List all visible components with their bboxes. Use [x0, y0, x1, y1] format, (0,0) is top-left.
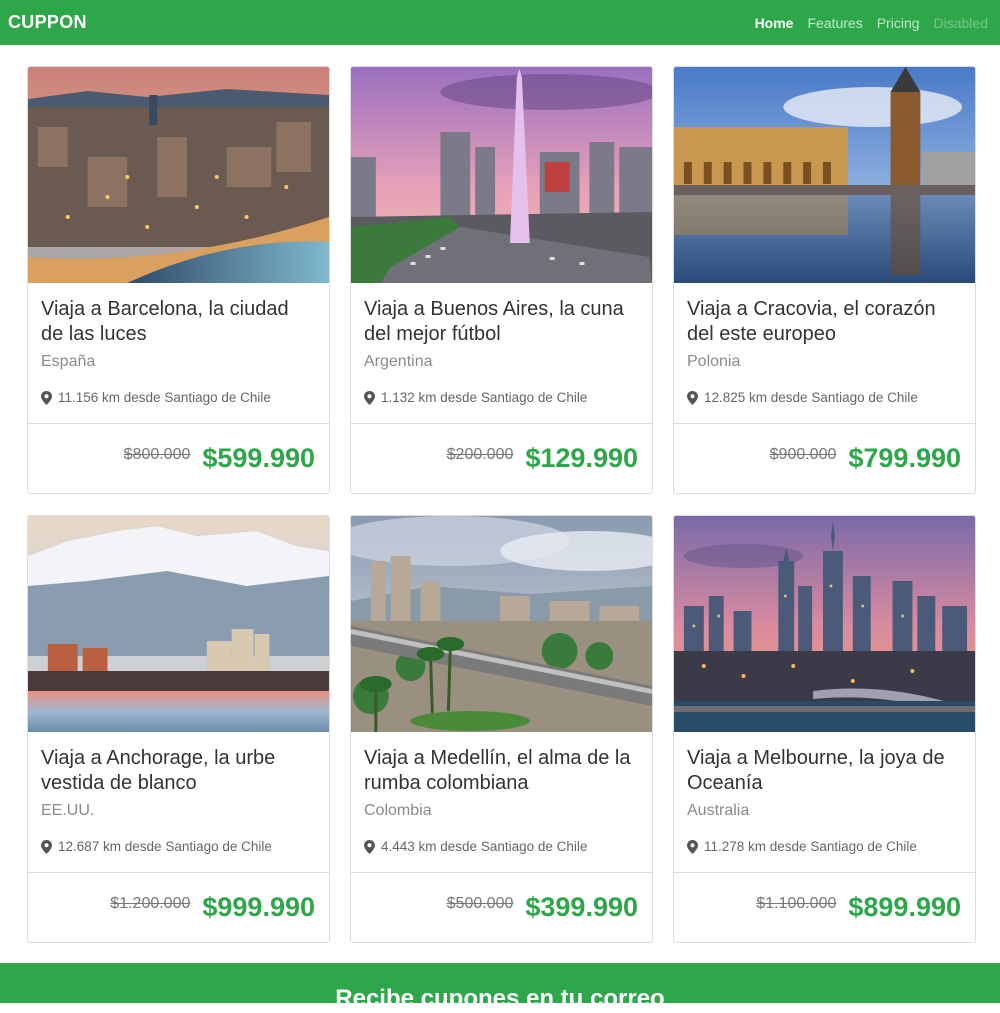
- card-footer: $900.000 $799.990: [674, 424, 975, 493]
- new-price: $129.990: [525, 443, 638, 473]
- distance-text: 1.132 km desde Santiago de Chile: [381, 390, 588, 405]
- old-price: $1.100.000: [756, 894, 837, 912]
- map-pin-icon: [41, 839, 52, 854]
- distance-text: 12.825 km desde Santiago de Chile: [704, 390, 918, 405]
- old-price: $800.000: [123, 445, 191, 463]
- card-distance: 11.156 km desde Santiago de Chile: [41, 390, 316, 405]
- offer-card-melbourne[interactable]: Viaja a Melbourne, la joya de Oceanía Au…: [673, 515, 976, 943]
- card-title[interactable]: Viaja a Medellín, el alma de la rumba co…: [364, 746, 639, 796]
- card-country: España: [41, 353, 96, 370]
- new-price: $999.990: [202, 892, 315, 922]
- map-pin-icon: [687, 839, 698, 854]
- card-title[interactable]: Viaja a Cracovia, el corazón del este eu…: [687, 297, 962, 347]
- card-footer: $800.000 $599.990: [28, 424, 329, 493]
- card-country: Argentina: [364, 353, 433, 370]
- offers-grid: Viaja a Barcelona, la ciudad de las luce…: [27, 66, 976, 943]
- new-price: $399.990: [525, 892, 638, 922]
- offer-card-medellin[interactable]: Viaja a Medellín, el alma de la rumba co…: [350, 515, 653, 943]
- map-pin-icon: [364, 839, 375, 854]
- card-body: Viaja a Barcelona, la ciudad de las luce…: [28, 283, 329, 424]
- card-body: Viaja a Melbourne, la joya de Oceanía Au…: [674, 732, 975, 873]
- distance-text: 11.278 km desde Santiago de Chile: [704, 839, 917, 854]
- card-footer: $200.000 $129.990: [351, 424, 652, 493]
- buenos-aires-photo: [351, 67, 652, 283]
- offer-card-anchorage[interactable]: Viaja a Anchorage, la urbe vestida de bl…: [27, 515, 330, 943]
- old-price: $500.000: [446, 894, 514, 912]
- new-price: $599.990: [202, 443, 315, 473]
- card-body: Viaja a Buenos Aires, la cuna del mejor …: [351, 283, 652, 424]
- card-distance: 1.132 km desde Santiago de Chile: [364, 390, 639, 405]
- card-title[interactable]: Viaja a Melbourne, la joya de Oceanía: [687, 746, 962, 796]
- nav-link-features[interactable]: Features: [807, 15, 862, 31]
- medellin-photo: [351, 516, 652, 732]
- card-distance: 11.278 km desde Santiago de Chile: [687, 839, 962, 854]
- offer-card-cracovia[interactable]: Viaja a Cracovia, el corazón del este eu…: [673, 66, 976, 494]
- distance-text: 11.156 km desde Santiago de Chile: [58, 390, 271, 405]
- top-navbar: CUPPON Home Features Pricing Disabled: [0, 0, 1000, 45]
- newsletter-heading: Recibe cupones en tu correo: [335, 985, 665, 1012]
- card-body: Viaja a Anchorage, la urbe vestida de bl…: [28, 732, 329, 873]
- card-country: Polonia: [687, 353, 741, 370]
- new-price: $899.990: [848, 892, 961, 922]
- distance-text: 4.443 km desde Santiago de Chile: [381, 839, 588, 854]
- card-title[interactable]: Viaja a Buenos Aires, la cuna del mejor …: [364, 297, 639, 347]
- card-footer: $1.200.000 $999.990: [28, 873, 329, 942]
- card-country: Australia: [687, 802, 750, 819]
- barcelona-photo: [28, 67, 329, 283]
- old-price: $200.000: [446, 445, 514, 463]
- old-price: $1.200.000: [110, 894, 191, 912]
- offer-card-barcelona[interactable]: Viaja a Barcelona, la ciudad de las luce…: [27, 66, 330, 494]
- cracovia-photo: [674, 67, 975, 283]
- nav-links: Home Features Pricing Disabled: [755, 15, 988, 31]
- brand-logo[interactable]: CUPPON: [8, 12, 87, 33]
- map-pin-icon: [364, 390, 375, 405]
- old-price: $900.000: [769, 445, 837, 463]
- card-footer: $500.000 $399.990: [351, 873, 652, 942]
- card-title[interactable]: Viaja a Anchorage, la urbe vestida de bl…: [41, 746, 316, 796]
- offer-card-buenos-aires[interactable]: Viaja a Buenos Aires, la cuna del mejor …: [350, 66, 653, 494]
- nav-link-disabled: Disabled: [933, 14, 988, 31]
- melbourne-photo: [674, 516, 975, 732]
- map-pin-icon: [41, 390, 52, 405]
- card-distance: 12.825 km desde Santiago de Chile: [687, 390, 962, 405]
- new-price: $799.990: [848, 443, 961, 473]
- card-country: Colombia: [364, 802, 432, 819]
- card-country: EE.UU.: [41, 802, 95, 819]
- nav-link-pricing[interactable]: Pricing: [877, 15, 920, 31]
- newsletter-banner: Recibe cupones en tu correo: [0, 963, 1000, 1012]
- distance-text: 12.687 km desde Santiago de Chile: [58, 839, 272, 854]
- card-distance: 4.443 km desde Santiago de Chile: [364, 839, 639, 854]
- anchorage-photo: [28, 516, 329, 732]
- card-body: Viaja a Cracovia, el corazón del este eu…: [674, 283, 975, 424]
- card-body: Viaja a Medellín, el alma de la rumba co…: [351, 732, 652, 873]
- card-footer: $1.100.000 $899.990: [674, 873, 975, 942]
- nav-link-home[interactable]: Home: [755, 15, 794, 31]
- map-pin-icon: [687, 390, 698, 405]
- card-distance: 12.687 km desde Santiago de Chile: [41, 839, 316, 854]
- card-title[interactable]: Viaja a Barcelona, la ciudad de las luce…: [41, 297, 316, 347]
